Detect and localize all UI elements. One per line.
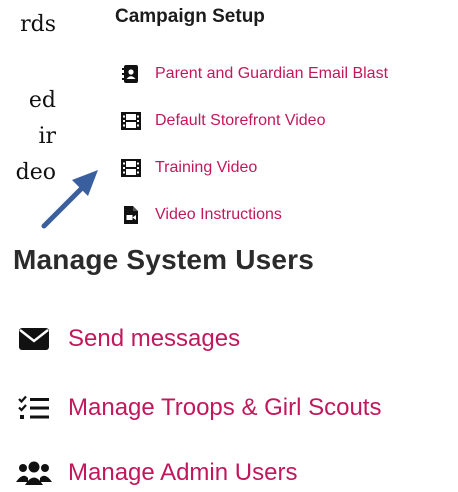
default-storefront-video-label: Default Storefront Video — [155, 112, 326, 129]
clipped-line: rds — [20, 12, 56, 37]
address-book-icon — [121, 64, 141, 84]
users-icon — [16, 458, 52, 488]
video-instructions-label: Video Instructions — [155, 206, 282, 223]
annotation-arrow — [41, 170, 98, 229]
training-video-label: Training Video — [155, 159, 258, 176]
video-file-icon — [121, 205, 141, 225]
checklist-icon — [16, 393, 52, 423]
envelope-icon — [16, 324, 52, 354]
parent-guardian-email-blast-label: Parent and Guardian Email Blast — [155, 65, 389, 82]
manage-admin-users-link[interactable]: Manage Admin Users — [16, 456, 297, 490]
send-messages-label: Send messages — [68, 325, 241, 352]
manage-admin-users-label: Manage Admin Users — [68, 459, 298, 486]
manage-troops-girl-scouts-label: Manage Troops & Girl Scouts — [68, 394, 382, 421]
send-messages-link[interactable]: Send messages — [16, 322, 240, 356]
manage-troops-girl-scouts-link[interactable]: Manage Troops & Girl Scouts — [16, 391, 381, 425]
training-video-link[interactable]: Training Video — [121, 157, 257, 179]
campaign-setup-heading: Campaign Setup — [115, 6, 265, 27]
manage-system-users-heading: Manage System Users — [13, 244, 315, 275]
video-instructions-link[interactable]: Video Instructions — [121, 204, 282, 226]
clipped-line: ir — [38, 124, 56, 149]
film-icon — [121, 111, 141, 131]
film-icon — [121, 158, 141, 178]
clipped-line: ed — [28, 88, 56, 113]
parent-guardian-email-blast-link[interactable]: Parent and Guardian Email Blast — [121, 63, 388, 85]
default-storefront-video-link[interactable]: Default Storefront Video — [121, 110, 325, 132]
